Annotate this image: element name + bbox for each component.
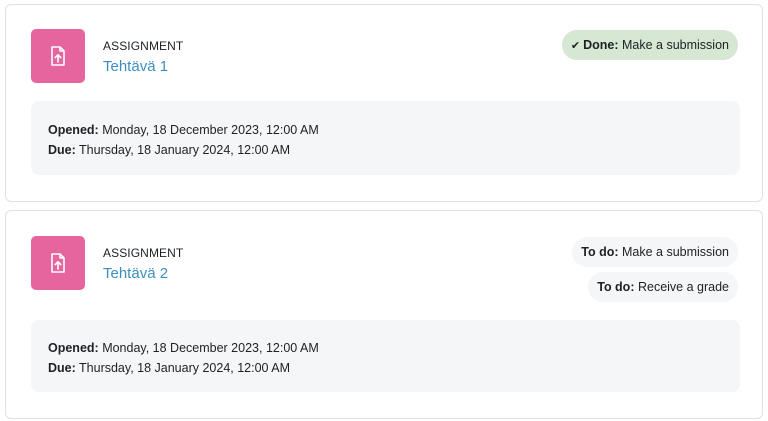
completion-badge-todo: To do: Receive a grade bbox=[588, 272, 738, 302]
completion-status: To do: bbox=[581, 245, 619, 259]
activity-dates: Opened: Monday, 18 December 2023, 12:00 … bbox=[31, 320, 740, 392]
activity-title-link[interactable]: Tehtävä 1 bbox=[103, 58, 168, 75]
completion-label: Receive a grade bbox=[637, 280, 729, 294]
opened-date: Opened: Monday, 18 December 2023, 12:00 … bbox=[48, 338, 723, 358]
assignment-upload-icon[interactable] bbox=[31, 236, 85, 290]
completion-label: Make a submission bbox=[622, 38, 729, 52]
opened-value: Monday, 18 December 2023, 12:00 AM bbox=[102, 341, 319, 355]
check-icon: ✔ bbox=[570, 40, 581, 52]
activity-type-label: ASSIGNMENT bbox=[103, 39, 184, 53]
opened-value: Monday, 18 December 2023, 12:00 AM bbox=[102, 123, 319, 137]
due-date: Due: Thursday, 18 January 2024, 12:00 AM bbox=[48, 358, 723, 378]
completion-badge-todo: To do: Make a submission bbox=[572, 237, 738, 267]
activity-type-label: ASSIGNMENT bbox=[103, 246, 184, 260]
completion-label: Make a submission bbox=[622, 245, 729, 259]
assignment-upload-icon[interactable] bbox=[31, 29, 85, 83]
due-value: Thursday, 18 January 2024, 12:00 AM bbox=[79, 143, 291, 157]
due-label: Due: bbox=[48, 143, 76, 157]
activity-card: ASSIGNMENT Tehtävä 2 To do: Make a submi… bbox=[5, 210, 763, 419]
activity-title-link[interactable]: Tehtävä 2 bbox=[103, 265, 168, 282]
due-date: Due: Thursday, 18 January 2024, 12:00 AM bbox=[48, 140, 723, 160]
due-value: Thursday, 18 January 2024, 12:00 AM bbox=[79, 361, 291, 375]
opened-label: Opened: bbox=[48, 341, 99, 355]
opened-date: Opened: Monday, 18 December 2023, 12:00 … bbox=[48, 120, 723, 140]
completion-status: Done: bbox=[583, 38, 619, 52]
due-label: Due: bbox=[48, 361, 76, 375]
activity-card: ASSIGNMENT Tehtävä 1 ✔ Done: Make a submi… bbox=[5, 4, 763, 202]
completion-badge-done: ✔ Done: Make a submission bbox=[561, 30, 738, 60]
completion-status: To do: bbox=[597, 280, 635, 294]
activity-dates: Opened: Monday, 18 December 2023, 12:00 … bbox=[31, 101, 740, 175]
opened-label: Opened: bbox=[48, 123, 99, 137]
